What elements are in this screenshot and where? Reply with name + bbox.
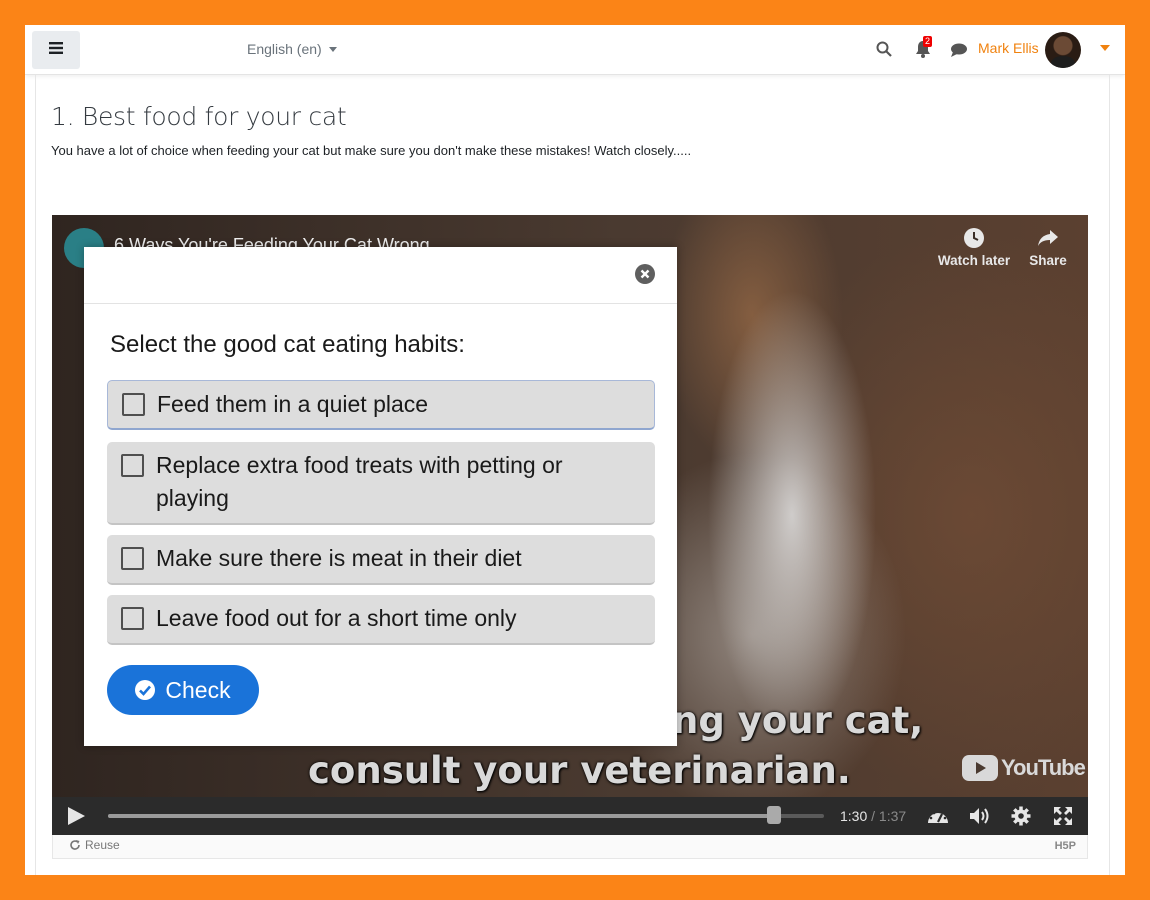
check-button[interactable]: Check — [107, 665, 259, 715]
answer-option-2[interactable]: Replace extra food treats with petting o… — [107, 442, 655, 525]
time-current: 1:30 — [840, 808, 868, 824]
refresh-icon — [70, 840, 80, 850]
watch-later-label: Watch later — [937, 253, 1011, 268]
page-frame: English (en) 2 Mark Ellis 1. Best food f… — [25, 25, 1125, 875]
subtitle-line-2: consult your veterinarian. — [308, 749, 851, 792]
checkbox[interactable] — [121, 607, 144, 630]
h5p-action-bar: Reuse H5P — [52, 835, 1088, 859]
top-navbar: English (en) 2 Mark Ellis — [25, 25, 1125, 75]
checkbox[interactable] — [121, 454, 144, 477]
share-arrow-icon — [1038, 230, 1058, 246]
answer-label: Leave food out for a short time only — [156, 605, 517, 631]
page-description: You have a lot of choice when feeding yo… — [51, 143, 692, 158]
answer-label: Replace extra food treats with petting o… — [156, 452, 563, 511]
messages-icon[interactable] — [950, 42, 968, 63]
checkbox[interactable] — [121, 547, 144, 570]
youtube-logo[interactable]: YouTube — [962, 755, 1086, 781]
time-display: 1:30 / 1:37 — [840, 808, 906, 824]
hamburger-icon — [49, 41, 63, 59]
drawer-toggle-button[interactable] — [32, 31, 80, 69]
seek-bar-fill — [108, 814, 774, 818]
youtube-play-icon — [962, 755, 998, 781]
seek-handle[interactable] — [766, 806, 781, 824]
check-label: Check — [165, 676, 231, 703]
close-button[interactable] — [635, 264, 655, 284]
clock-icon — [964, 228, 984, 248]
answer-option-3[interactable]: Make sure there is meat in their diet — [107, 535, 655, 585]
settings-gear-icon[interactable] — [1011, 806, 1031, 831]
youtube-logo-text: YouTube — [1001, 755, 1086, 780]
notification-badge: 2 — [923, 36, 933, 47]
search-icon[interactable] — [876, 41, 892, 62]
play-icon[interactable] — [68, 807, 85, 825]
checkbox[interactable] — [122, 393, 145, 416]
notification-bell-icon[interactable]: 2 — [915, 36, 933, 63]
watch-later-button[interactable]: Watch later — [936, 227, 1012, 268]
language-menu[interactable]: English (en) — [247, 41, 337, 57]
seek-bar[interactable] — [108, 806, 824, 824]
user-menu-chevron-icon[interactable] — [1100, 45, 1110, 51]
page-title: 1. Best food for your cat — [51, 102, 347, 131]
user-name[interactable]: Mark Ellis — [978, 40, 1039, 56]
reuse-label: Reuse — [85, 838, 120, 852]
language-label: English (en) — [247, 41, 322, 57]
question-dialog: Select the good cat eating habits: Feed … — [84, 247, 677, 746]
answer-option-1[interactable]: Feed them in a quiet place — [107, 380, 655, 430]
question-text: Select the good cat eating habits: — [110, 331, 465, 358]
answer-label: Feed them in a quiet place — [157, 391, 429, 417]
volume-icon[interactable] — [968, 806, 992, 831]
dialog-header — [84, 247, 677, 304]
answer-option-4[interactable]: Leave food out for a short time only — [107, 595, 655, 645]
answer-label: Make sure there is meat in their diet — [156, 545, 522, 571]
subtitle-line-1: ng your cat, — [672, 699, 924, 742]
time-total: 1:37 — [878, 808, 907, 824]
share-button[interactable]: Share — [1027, 227, 1069, 268]
reuse-button[interactable]: Reuse — [69, 838, 120, 852]
video-controls-bar: 1:30 / 1:37 — [52, 797, 1088, 835]
playback-speed-icon[interactable] — [926, 806, 950, 831]
chevron-down-icon — [328, 46, 337, 52]
check-circle-icon — [135, 680, 156, 700]
share-label: Share — [1029, 253, 1067, 268]
h5p-logo[interactable]: H5P — [1055, 840, 1076, 852]
fullscreen-icon[interactable] — [1053, 806, 1073, 831]
close-icon — [640, 269, 650, 279]
avatar[interactable] — [1045, 32, 1081, 68]
time-separator: / — [867, 808, 879, 824]
